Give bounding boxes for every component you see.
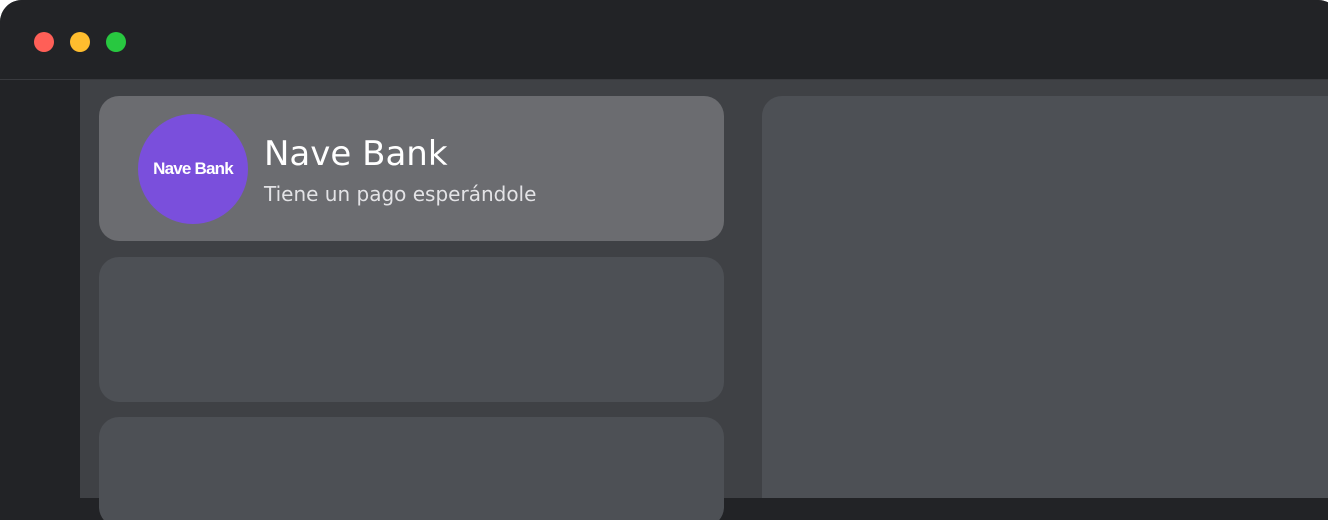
sidebar (0, 80, 80, 498)
nave-bank-logo-avatar: Nave Bank (138, 114, 248, 224)
empty-notification-card (99, 257, 724, 402)
maximize-window-button[interactable] (106, 32, 126, 52)
notification-title: Nave Bank (264, 134, 448, 174)
detail-panel (762, 96, 1328, 498)
notification-card[interactable]: Nave Bank Nave Bank Tiene un pago esperá… (99, 96, 724, 241)
nave-bank-logo-text: Nave Bank (153, 159, 234, 178)
empty-notification-card (99, 417, 724, 520)
app-window: Nave Bank Nave Bank Tiene un pago esperá… (0, 0, 1328, 520)
title-bar (0, 0, 1328, 80)
close-window-button[interactable] (34, 32, 54, 52)
minimize-window-button[interactable] (70, 32, 90, 52)
main-content: Nave Bank Nave Bank Tiene un pago esperá… (80, 80, 1328, 520)
notification-subtitle: Tiene un pago esperándole (264, 182, 537, 206)
